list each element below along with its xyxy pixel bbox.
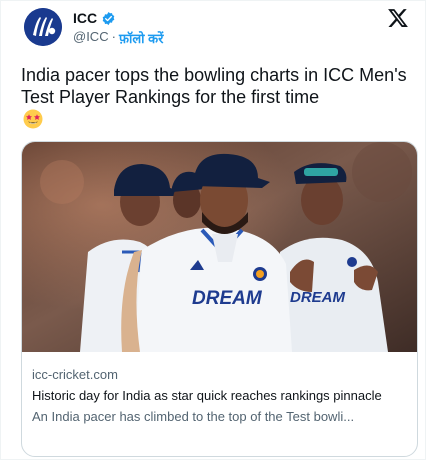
account-handle[interactable]: @ICC: [73, 29, 109, 47]
card-domain[interactable]: icc-cricket.com: [32, 366, 412, 384]
account-name-row: ICC: [73, 10, 116, 26]
tweet-card[interactable]: ICC @ICC · फ़ॉलो करें India pacer tops t…: [0, 0, 426, 460]
card-title[interactable]: Historic day for India as star quick rea…: [32, 387, 412, 405]
article-image[interactable]: DREAM DREAM: [22, 142, 418, 352]
card-description[interactable]: An India pacer has climbed to the top of…: [32, 408, 412, 426]
verified-badge-icon: [102, 11, 115, 25]
avatar[interactable]: [24, 8, 62, 46]
link-preview-card[interactable]: DREAM DREAM icc-cricket.com Historic day…: [21, 141, 418, 457]
tweet-header: ICC @ICC · फ़ॉलो करें: [21, 5, 411, 51]
follow-button[interactable]: फ़ॉलो करें: [119, 29, 163, 47]
svg-text:DREAM: DREAM: [290, 289, 346, 306]
tweet-text: India pacer tops the bowling charts in I…: [21, 65, 407, 107]
handle-row: @ICC · फ़ॉलो करें: [73, 29, 163, 47]
account-name[interactable]: ICC: [73, 10, 97, 26]
svg-text:DREAM: DREAM: [192, 288, 263, 309]
separator-dot: ·: [111, 29, 116, 44]
x-logo-icon[interactable]: [387, 7, 409, 29]
icc-logo-icon: [24, 8, 62, 46]
star-struck-emoji-icon: [23, 109, 43, 129]
card-meta: icc-cricket.com Historic day for India a…: [32, 366, 412, 426]
